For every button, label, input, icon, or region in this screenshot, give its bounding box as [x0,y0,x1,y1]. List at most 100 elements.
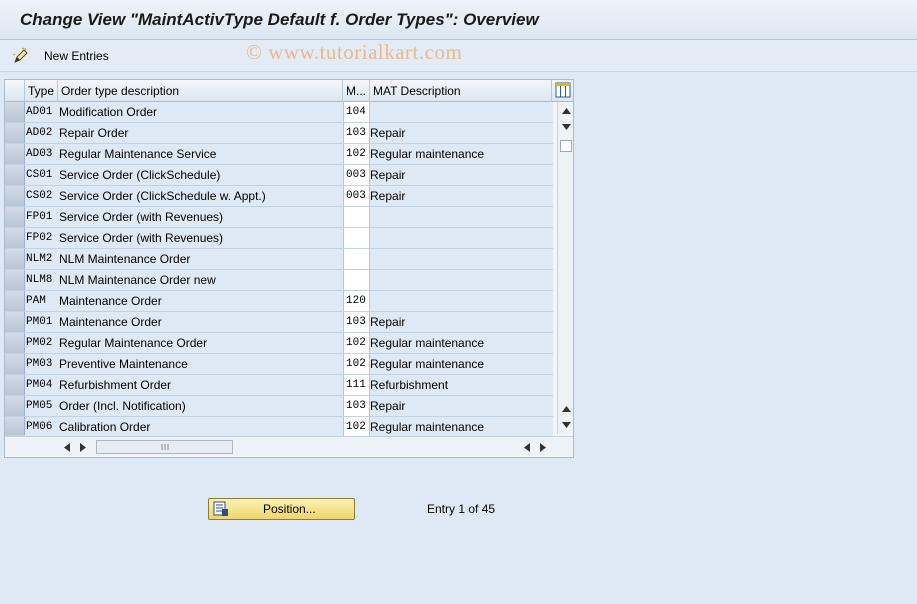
row-selector[interactable] [5,312,25,332]
table-row[interactable]: FP01 Service Order (with Revenues) [5,207,553,228]
cell-maint-activity-type-input[interactable]: 104 [343,102,370,122]
new-entries-button[interactable]: New Entries [12,45,109,67]
cell-maint-activity-type-input[interactable] [343,228,370,248]
row-selector[interactable] [5,417,25,435]
row-selector[interactable] [5,270,25,290]
scroll-left-icon[interactable] [61,440,73,454]
header-maint-activity-type[interactable]: M... [343,80,370,102]
cell-type: PM02 [25,333,58,353]
cell-description: Calibration Order [58,417,343,437]
cell-type: PM05 [25,396,58,416]
cell-mat-description: Regular maintenance [370,333,553,353]
cell-mat-description [370,291,553,311]
scroll-page-down-icon[interactable] [558,418,574,432]
scroll-page-up-icon[interactable] [558,402,574,416]
cell-maint-activity-type-input[interactable]: 102 [343,417,370,437]
cell-mat-description [370,228,553,248]
cell-maint-activity-type-input[interactable] [343,270,370,290]
cell-maint-activity-type-input[interactable] [343,207,370,227]
position-icon [213,501,228,516]
cell-mat-description: Regular maintenance [370,417,553,437]
cell-description: Service Order (ClickSchedule) [58,165,343,185]
cell-mat-description: Repair [370,186,553,206]
cell-description: Regular Maintenance Service [58,144,343,164]
cell-maint-activity-type-input[interactable]: 120 [343,291,370,311]
vertical-scroll-thumb[interactable] [560,140,572,152]
table-row[interactable]: PM01 Maintenance Order 103 Repair [5,312,553,333]
table-row[interactable]: PM06 Calibration Order 102 Regular maint… [5,417,553,437]
cell-maint-activity-type-input[interactable]: 003 [343,165,370,185]
cell-maint-activity-type-input[interactable]: 103 [343,123,370,143]
table-row[interactable]: AD02 Repair Order 103 Repair [5,123,553,144]
row-selector[interactable] [5,375,25,395]
cell-type: PAM [25,291,58,311]
cell-description: Service Order (with Revenues) [58,207,343,227]
cell-type: CS01 [25,165,58,185]
row-selector[interactable] [5,396,25,416]
cell-maint-activity-type-input[interactable]: 103 [343,396,370,416]
header-mat-description[interactable]: MAT Description [370,80,552,102]
cell-mat-description: Repair [370,396,553,416]
vertical-scrollbar[interactable] [557,102,573,434]
select-all-header[interactable] [5,80,25,102]
header-type[interactable]: Type [25,80,58,102]
table-row[interactable]: CS01 Service Order (ClickSchedule) 003 R… [5,165,553,186]
cell-description: Maintenance Order [58,291,343,311]
row-selector[interactable] [5,186,25,206]
cell-maint-activity-type-input[interactable]: 103 [343,312,370,332]
order-types-table: Type Order type description M... MAT Des… [4,79,574,458]
table-row[interactable]: AD01 Modification Order 104 [5,102,553,123]
cell-type: NLM8 [25,270,58,290]
cell-maint-activity-type-input[interactable]: 102 [343,333,370,353]
cell-mat-description [370,207,553,227]
row-selector[interactable] [5,228,25,248]
row-selector[interactable] [5,333,25,353]
table-row[interactable]: PM02 Regular Maintenance Order 102 Regul… [5,333,553,354]
table-settings-icon[interactable] [555,82,571,98]
table-row[interactable]: NLM8 NLM Maintenance Order new [5,270,553,291]
scroll-left-right-pane-icon[interactable] [521,440,533,454]
scroll-down-icon[interactable] [558,120,574,134]
table-row[interactable]: AD03 Regular Maintenance Service 102 Reg… [5,144,553,165]
horizontal-scrollbar[interactable] [5,436,573,456]
cell-maint-activity-type-input[interactable]: 102 [343,144,370,164]
cell-type: PM06 [25,417,58,437]
cell-maint-activity-type-input[interactable]: 102 [343,354,370,374]
table-row[interactable]: PM05 Order (Incl. Notification) 103 Repa… [5,396,553,417]
row-selector[interactable] [5,249,25,269]
cell-type: CS02 [25,186,58,206]
row-selector[interactable] [5,291,25,311]
table-row[interactable]: CS02 Service Order (ClickSchedule w. App… [5,186,553,207]
cell-type: FP02 [25,228,58,248]
cell-maint-activity-type-input[interactable]: 111 [343,375,370,395]
horizontal-scroll-thumb[interactable] [96,440,233,454]
cell-description: Refurbishment Order [58,375,343,395]
cell-type: AD01 [25,102,58,122]
row-selector[interactable] [5,165,25,185]
row-selector[interactable] [5,354,25,374]
cell-description: NLM Maintenance Order [58,249,343,269]
row-selector[interactable] [5,123,25,143]
row-selector[interactable] [5,207,25,227]
cell-description: Repair Order [58,123,343,143]
scroll-up-icon[interactable] [558,104,574,118]
cell-mat-description: Refurbishment [370,375,553,395]
cell-type: FP01 [25,207,58,227]
header-order-type-description[interactable]: Order type description [58,80,343,102]
scroll-right-icon[interactable] [77,440,89,454]
table-row[interactable]: FP02 Service Order (with Revenues) [5,228,553,249]
table-row[interactable]: PM03 Preventive Maintenance 102 Regular … [5,354,553,375]
row-selector[interactable] [5,102,25,122]
table-row[interactable]: PAM Maintenance Order 120 [5,291,553,312]
cell-type: AD02 [25,123,58,143]
table-row[interactable]: PM04 Refurbishment Order 111 Refurbishme… [5,375,553,396]
cell-maint-activity-type-input[interactable] [343,249,370,269]
cell-maint-activity-type-input[interactable]: 003 [343,186,370,206]
cell-description: NLM Maintenance Order new [58,270,343,290]
cell-mat-description [370,102,553,122]
row-selector[interactable] [5,144,25,164]
table-row[interactable]: NLM2 NLM Maintenance Order [5,249,553,270]
watermark-text: © www.tutorialkart.com [246,40,463,64]
scroll-right-right-pane-icon[interactable] [537,440,549,454]
position-button[interactable]: Position... [208,498,355,520]
